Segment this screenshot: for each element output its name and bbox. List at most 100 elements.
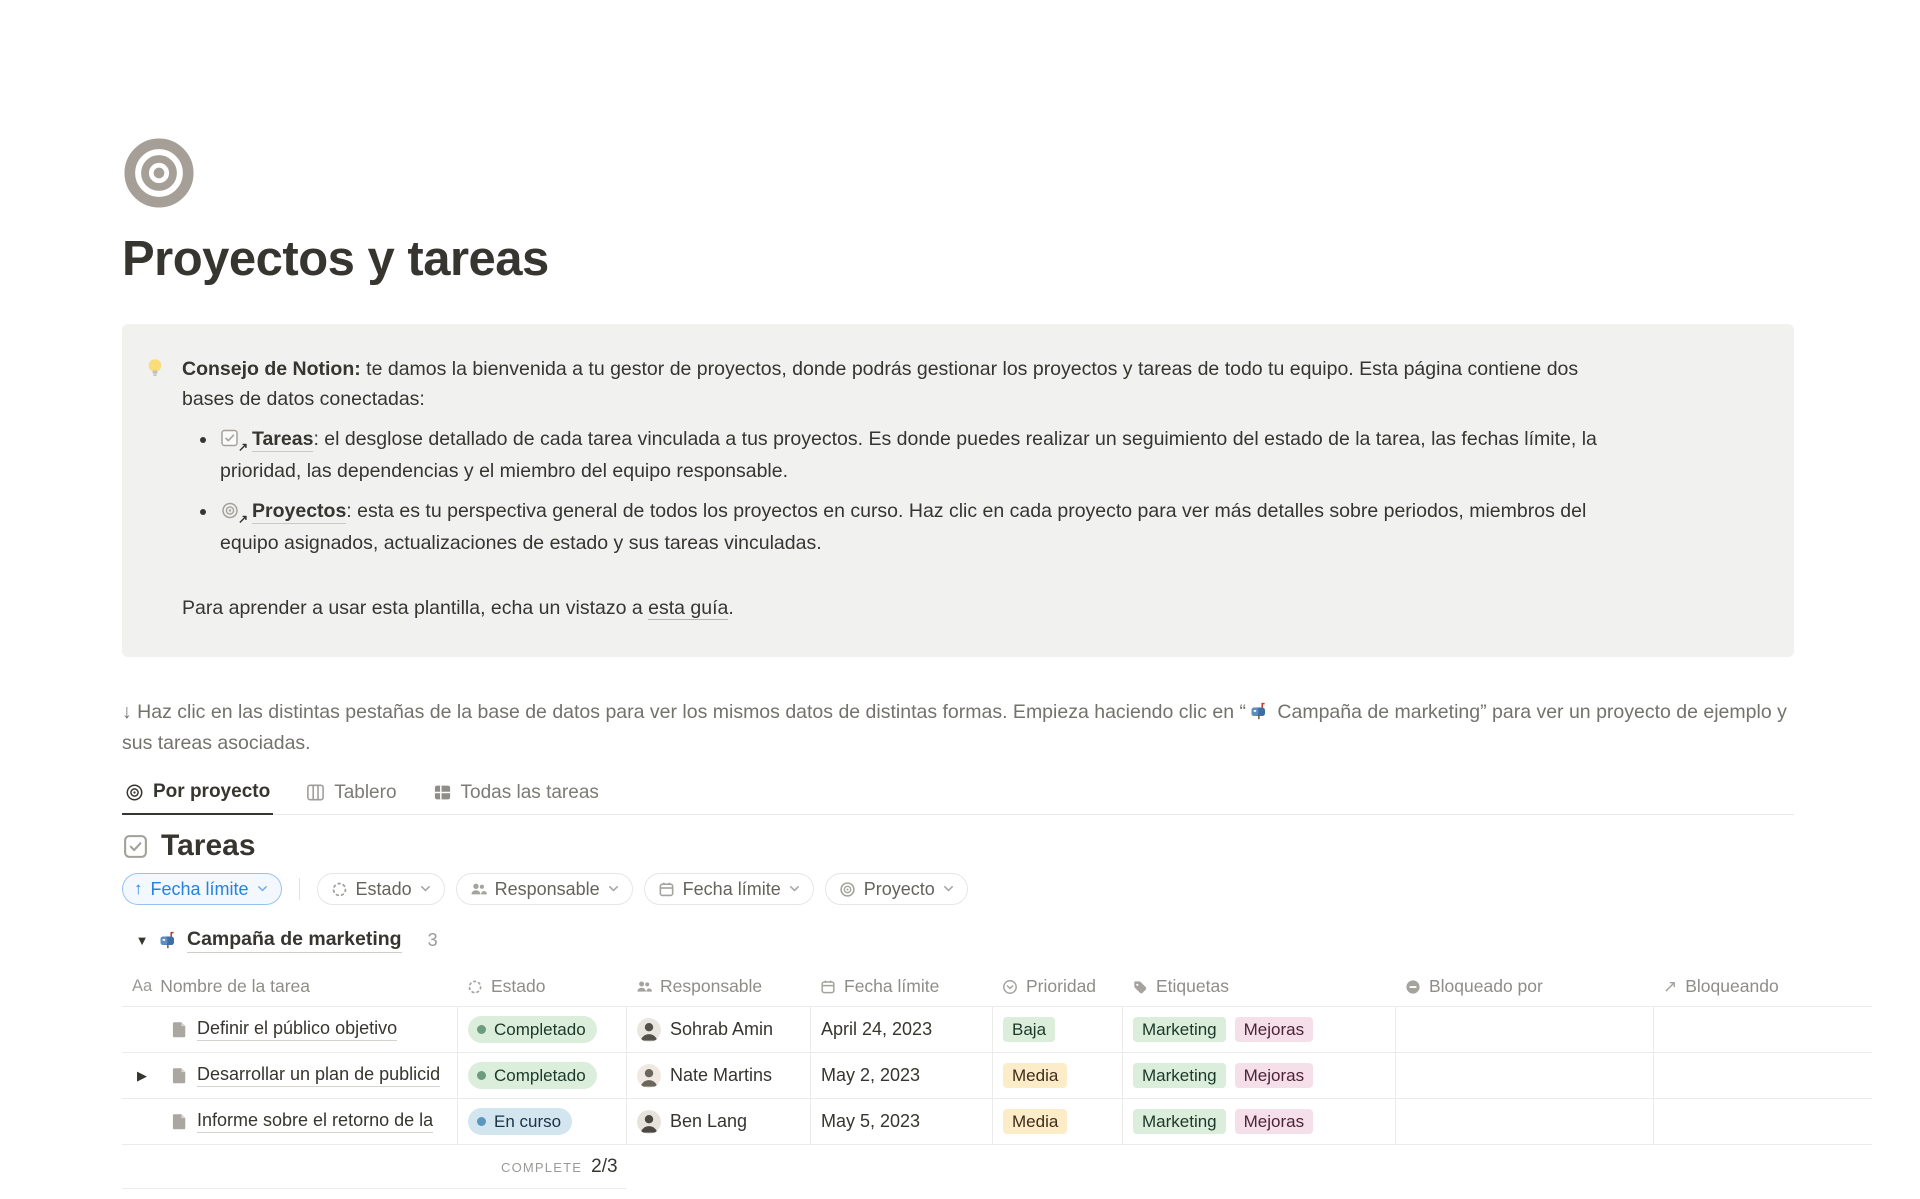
column-header-fecha-limite[interactable]: Fecha límite xyxy=(810,967,992,1006)
priority-badge: Baja xyxy=(1003,1017,1055,1042)
tab-label: Todas las tareas xyxy=(461,782,599,804)
sort-pill-fecha-limite[interactable]: ↑ Fecha límite xyxy=(122,873,282,905)
task-name-link[interactable]: Definir el público objetivo xyxy=(197,1018,397,1041)
column-header-estado[interactable]: Estado xyxy=(457,967,626,1006)
status-cell[interactable]: Completado xyxy=(457,1007,626,1052)
callout-footer-period: . xyxy=(728,597,733,619)
status-badge: En curso xyxy=(468,1108,572,1135)
avatar xyxy=(637,1064,661,1088)
callout-bullet-list: ↗ Tareas: el desglose detallado de cada … xyxy=(182,423,1622,559)
chevron-down-icon xyxy=(943,885,954,893)
row-expand-toggle[interactable]: ▶ xyxy=(137,1068,147,1084)
due-date-cell[interactable]: April 24, 2023 xyxy=(810,1007,992,1052)
priority-cell[interactable]: Media xyxy=(992,1099,1122,1144)
task-name-cell[interactable]: Definir el público objetivo xyxy=(122,1007,457,1052)
due-date-cell[interactable]: May 5, 2023 xyxy=(810,1099,992,1144)
column-header-prioridad[interactable]: Prioridad xyxy=(992,967,1122,1006)
blocking-cell[interactable] xyxy=(1653,1099,1872,1144)
table-row: Definir el público objetivo Completado S… xyxy=(122,1007,1872,1053)
projects-link-label[interactable]: Proyectos xyxy=(252,500,346,524)
complete-calculation[interactable]: COMPLETE 2/3 xyxy=(501,1156,618,1178)
column-header-responsable[interactable]: Responsable xyxy=(626,967,810,1006)
mailbox-icon xyxy=(158,930,178,950)
table-footer-row: COMPLETE 2/3 xyxy=(122,1145,626,1189)
assignee-cell[interactable]: Nate Martins xyxy=(626,1053,810,1098)
avatar xyxy=(637,1110,661,1134)
group-title[interactable]: Campaña de marketing xyxy=(187,928,402,953)
column-label: Fecha límite xyxy=(844,976,939,997)
task-name-cell[interactable]: ▶ Desarrollar un plan de publicid xyxy=(122,1053,457,1098)
due-date-cell[interactable]: May 2, 2023 xyxy=(810,1053,992,1098)
tag-badge: Mejoras xyxy=(1235,1017,1313,1042)
divider xyxy=(299,878,300,900)
column-header-bloqueando[interactable]: ↗Bloqueando xyxy=(1653,967,1872,1006)
mailbox-icon xyxy=(1249,701,1269,721)
database-header: Tareas xyxy=(122,827,1798,865)
column-label: Prioridad xyxy=(1026,976,1096,997)
database-title: Tareas xyxy=(161,829,256,863)
board-icon xyxy=(306,783,325,802)
filter-pill-proyecto[interactable]: Proyecto xyxy=(825,873,968,905)
guide-link[interactable]: esta guía xyxy=(648,597,728,620)
callout-intro-bold: Consejo de Notion: xyxy=(182,358,361,380)
page-target-icon[interactable] xyxy=(122,136,196,210)
table-row: Informe sobre el retorno de la En curso … xyxy=(122,1099,1872,1145)
task-name-link[interactable]: Informe sobre el retorno de la xyxy=(197,1110,433,1133)
sort-label: Fecha límite xyxy=(151,879,249,900)
status-spinner-icon xyxy=(467,979,483,995)
due-date: April 24, 2023 xyxy=(821,1019,932,1040)
filter-pill-fecha-limite[interactable]: Fecha límite xyxy=(644,873,814,905)
target-icon xyxy=(125,783,144,802)
page-icon xyxy=(171,1067,188,1084)
column-header-bloqueado-por[interactable]: Bloqueado por xyxy=(1395,967,1653,1006)
projects-database-link-icon[interactable]: ↗ xyxy=(220,501,242,521)
filter-pill-estado[interactable]: Estado xyxy=(317,873,445,905)
notion-tip-callout: Consejo de Notion: te damos la bienvenid… xyxy=(122,324,1794,657)
task-name-cell[interactable]: Informe sobre el retorno de la xyxy=(122,1099,457,1144)
tasks-link-label[interactable]: Tareas xyxy=(252,428,313,452)
filter-label: Fecha límite xyxy=(683,879,781,900)
assignee-cell[interactable]: Ben Lang xyxy=(626,1099,810,1144)
chevron-down-icon xyxy=(257,885,268,893)
calendar-icon xyxy=(658,881,675,898)
blocking-cell[interactable] xyxy=(1653,1053,1872,1098)
link-arrow-icon: ↗ xyxy=(238,513,248,525)
group-header-campana-de-marketing: ▼ Campaña de marketing 3 xyxy=(122,927,1798,953)
table-header-row: AaNombre de la tarea Estado Responsable … xyxy=(122,967,1872,1007)
task-name-link[interactable]: Desarrollar un plan de publicid xyxy=(197,1064,440,1087)
callout-intro-text: te damos la bienvenida a tu gestor de pr… xyxy=(182,358,1578,410)
callout-footer-text: Para aprender a usar esta plantilla, ech… xyxy=(182,597,648,619)
assignee-cell[interactable]: Sohrab Amin xyxy=(626,1007,810,1052)
list-item: ↗ Tareas: el desglose detallado de cada … xyxy=(218,423,1622,487)
blocked-by-cell[interactable] xyxy=(1395,1099,1653,1144)
column-header-nombre[interactable]: AaNombre de la tarea xyxy=(122,967,457,1006)
group-collapse-toggle[interactable]: ▼ xyxy=(132,933,152,948)
tags-cell[interactable]: MarketingMejoras xyxy=(1122,1053,1395,1098)
avatar xyxy=(637,1018,661,1042)
tasks-database-link-icon[interactable]: ↗ xyxy=(220,429,242,449)
status-cell[interactable]: En curso xyxy=(457,1099,626,1144)
blocked-by-cell[interactable] xyxy=(1395,1007,1653,1052)
status-cell[interactable]: Completado xyxy=(457,1053,626,1098)
filter-pill-responsable[interactable]: Responsable xyxy=(456,873,633,905)
tab-tablero[interactable]: Tablero xyxy=(303,771,399,814)
column-header-etiquetas[interactable]: Etiquetas xyxy=(1122,967,1395,1006)
priority-badge: Media xyxy=(1003,1109,1067,1134)
tasks-table: AaNombre de la tarea Estado Responsable … xyxy=(122,967,1872,1189)
tags-cell[interactable]: MarketingMejoras xyxy=(1122,1007,1395,1052)
notion-page: Proyectos y tareas Consejo de Notion: te… xyxy=(0,0,1798,1189)
priority-cell[interactable]: Media xyxy=(992,1053,1122,1098)
tag-badge: Mejoras xyxy=(1235,1109,1313,1134)
target-icon xyxy=(839,881,856,898)
tab-por-proyecto[interactable]: Por proyecto xyxy=(122,771,273,815)
tags-cell[interactable]: MarketingMejoras xyxy=(1122,1099,1395,1144)
blocked-icon xyxy=(1405,979,1421,995)
page-icon xyxy=(171,1113,188,1130)
tab-label: Por proyecto xyxy=(153,781,270,803)
tab-todas-las-tareas[interactable]: Todas las tareas xyxy=(430,771,602,814)
blocking-cell[interactable] xyxy=(1653,1007,1872,1052)
group-count: 3 xyxy=(428,930,438,951)
chevron-down-icon xyxy=(789,885,800,893)
blocked-by-cell[interactable] xyxy=(1395,1053,1653,1098)
priority-cell[interactable]: Baja xyxy=(992,1007,1122,1052)
